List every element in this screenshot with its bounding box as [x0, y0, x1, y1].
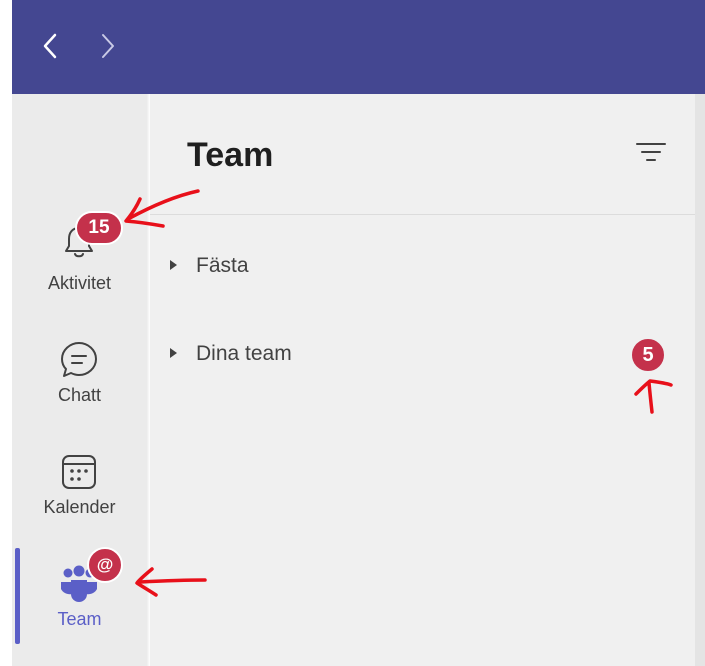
app-rail: 15 Aktivitet Chatt Kalender @ Team — [12, 94, 147, 666]
forward-button[interactable] — [94, 28, 122, 64]
filter-button[interactable] — [634, 138, 668, 168]
rail-item-chatt[interactable]: Chatt — [12, 340, 147, 440]
activity-badge: 15 — [75, 211, 123, 245]
page-title: Team — [187, 136, 274, 174]
filter-icon — [636, 143, 666, 161]
rail-item-kalender[interactable]: Kalender — [12, 452, 147, 552]
top-bar — [12, 0, 705, 94]
rail-item-team[interactable]: @ Team — [12, 547, 147, 664]
rail-item-label: Kalender — [43, 497, 116, 517]
unread-badge: 5 — [630, 337, 666, 373]
section-label: Fästa — [196, 254, 249, 277]
rail-item-label: Chatt — [57, 385, 102, 405]
calendar-icon — [62, 455, 96, 489]
rail-item-label: Aktivitet — [47, 273, 112, 293]
section-pinned[interactable]: Fästa — [164, 245, 684, 289]
chevron-left-icon — [43, 33, 57, 59]
back-button[interactable] — [36, 28, 64, 64]
rail-item-aktivitet[interactable]: 15 Aktivitet — [12, 211, 147, 322]
mention-badge: @ — [87, 547, 123, 583]
chat-icon — [61, 342, 97, 377]
panel-edge — [695, 94, 705, 666]
section-label: Dina team — [196, 342, 292, 365]
chevron-right-icon — [102, 34, 114, 58]
rail-item-label: Team — [57, 609, 102, 629]
section-your-teams[interactable]: Dina team 5 — [164, 333, 684, 377]
teams-panel: Team Fästa Dina team 5 — [150, 94, 695, 666]
caret-right-icon — [170, 260, 177, 270]
header-divider — [150, 214, 695, 215]
caret-right-icon — [170, 348, 177, 358]
